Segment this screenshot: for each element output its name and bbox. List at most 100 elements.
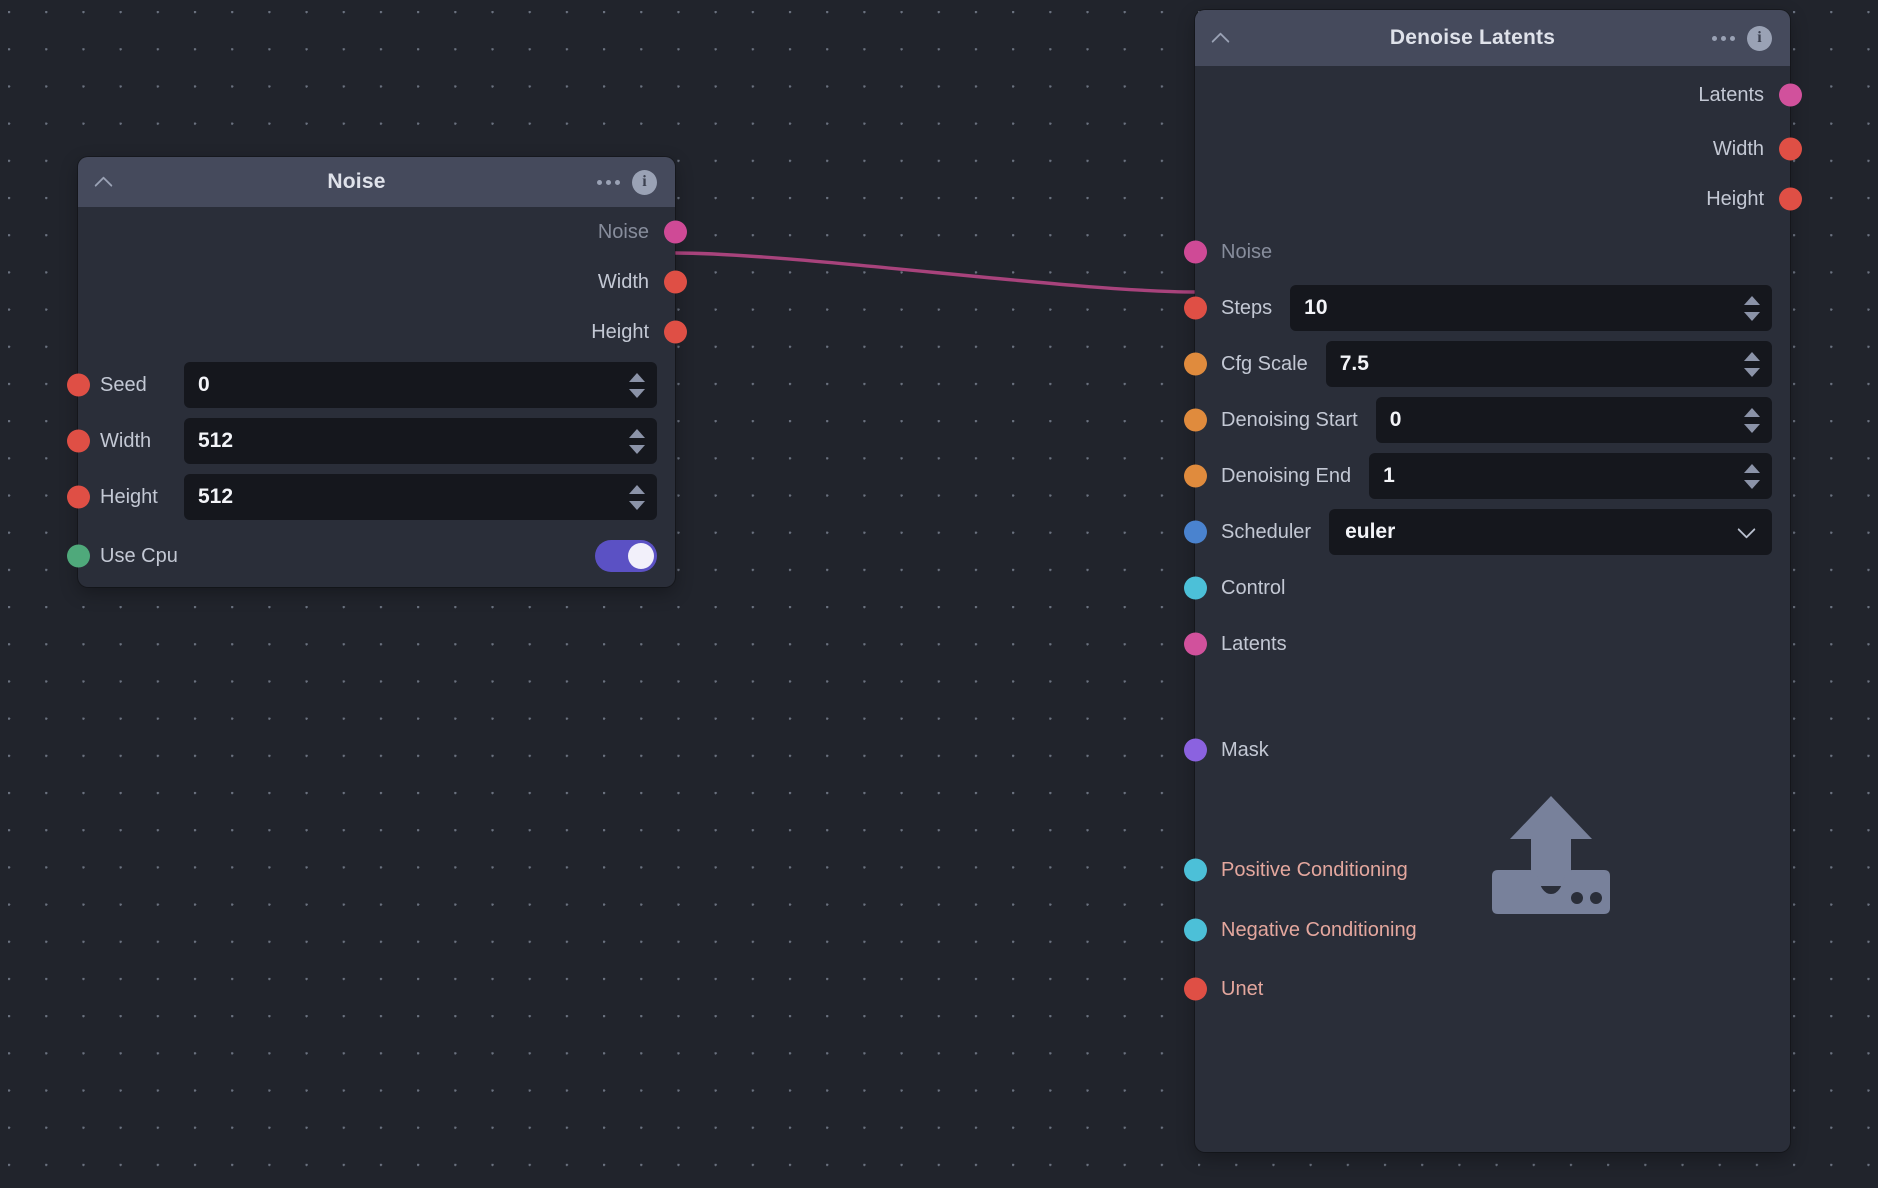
denoising-start-stepper[interactable] bbox=[1744, 397, 1760, 443]
input-row-scheduler[interactable]: Scheduler euler bbox=[1183, 504, 1790, 560]
output-row-width[interactable]: Width bbox=[1195, 124, 1802, 174]
denoising-end-stepper[interactable] bbox=[1744, 453, 1760, 499]
input-socket-latents[interactable] bbox=[1183, 632, 1207, 656]
stepper-up-icon[interactable] bbox=[1744, 295, 1760, 305]
output-row-noise[interactable]: Noise bbox=[78, 207, 687, 257]
output-label-height: Height bbox=[1706, 187, 1764, 210]
input-socket-seed[interactable] bbox=[66, 373, 90, 397]
output-socket-height[interactable] bbox=[1778, 187, 1802, 211]
node-noise[interactable]: Noise i Noise Width Height Seed 0 Width … bbox=[66, 157, 687, 587]
input-row-steps[interactable]: Steps 10 bbox=[1183, 280, 1790, 336]
denoising-end-input[interactable]: 1 bbox=[1369, 453, 1772, 499]
input-socket-noise[interactable] bbox=[1183, 240, 1207, 264]
width-input[interactable]: 512 bbox=[184, 418, 657, 464]
input-label-positive-conditioning: Positive Conditioning bbox=[1221, 858, 1408, 881]
input-socket-steps[interactable] bbox=[1183, 296, 1207, 320]
input-row-denoising-end[interactable]: Denoising End 1 bbox=[1183, 448, 1790, 504]
steps-stepper[interactable] bbox=[1744, 285, 1760, 331]
seed-stepper[interactable] bbox=[629, 362, 645, 408]
seed-value: 0 bbox=[198, 373, 210, 396]
cfg-scale-stepper[interactable] bbox=[1744, 341, 1760, 387]
chevron-up-icon[interactable] bbox=[94, 171, 116, 193]
chevron-down-icon[interactable] bbox=[1740, 523, 1754, 537]
field-row-height[interactable]: Height 512 bbox=[66, 469, 675, 525]
stepper-up-icon[interactable] bbox=[629, 372, 645, 382]
stepper-up-icon[interactable] bbox=[1744, 463, 1760, 473]
input-socket-positive-conditioning[interactable] bbox=[1183, 858, 1207, 882]
output-row-height[interactable]: Height bbox=[1195, 174, 1802, 224]
stepper-up-icon[interactable] bbox=[629, 484, 645, 494]
node-editor-canvas[interactable]: Noise i Noise Width Height Seed 0 Width … bbox=[0, 0, 1878, 1188]
stepper-down-icon[interactable] bbox=[629, 500, 645, 510]
stepper-up-icon[interactable] bbox=[1744, 351, 1760, 361]
height-value: 512 bbox=[198, 485, 234, 508]
output-socket-width[interactable] bbox=[1778, 137, 1802, 161]
node-noise-header[interactable]: Noise i bbox=[78, 157, 675, 207]
field-row-use-cpu[interactable]: Use Cpu bbox=[66, 525, 675, 587]
height-input[interactable]: 512 bbox=[184, 474, 657, 520]
stepper-down-icon[interactable] bbox=[1744, 423, 1760, 433]
input-row-control[interactable]: Control bbox=[1183, 560, 1790, 616]
output-label-noise: Noise bbox=[597, 220, 649, 243]
input-label-negative-conditioning: Negative Conditioning bbox=[1221, 918, 1417, 941]
input-label-steps: Steps bbox=[1221, 296, 1273, 319]
output-row-height[interactable]: Height bbox=[78, 307, 687, 357]
steps-input[interactable]: 10 bbox=[1290, 285, 1772, 331]
cfg-scale-input[interactable]: 7.5 bbox=[1325, 341, 1772, 387]
output-label-width: Width bbox=[597, 270, 649, 293]
field-label-seed: Seed bbox=[100, 373, 147, 396]
output-socket-noise[interactable] bbox=[663, 220, 687, 244]
stepper-down-icon[interactable] bbox=[1744, 479, 1760, 489]
input-socket-unet[interactable] bbox=[1183, 977, 1207, 1001]
stepper-up-icon[interactable] bbox=[1744, 407, 1760, 417]
input-socket-control[interactable] bbox=[1183, 576, 1207, 600]
input-row-mask[interactable]: Mask bbox=[1183, 722, 1790, 778]
input-socket-cfg-scale[interactable] bbox=[1183, 352, 1207, 376]
info-icon[interactable]: i bbox=[1747, 25, 1772, 51]
stepper-up-icon[interactable] bbox=[629, 428, 645, 438]
input-socket-use-cpu[interactable] bbox=[66, 544, 90, 568]
info-icon[interactable]: i bbox=[632, 169, 657, 195]
width-stepper[interactable] bbox=[629, 418, 645, 464]
field-label-height: Height bbox=[100, 485, 158, 508]
input-row-noise[interactable]: Noise bbox=[1183, 224, 1790, 280]
stepper-down-icon[interactable] bbox=[629, 444, 645, 454]
output-label-width: Width bbox=[1712, 137, 1764, 160]
input-socket-height[interactable] bbox=[66, 485, 90, 509]
width-value: 512 bbox=[198, 429, 234, 452]
stepper-down-icon[interactable] bbox=[1744, 367, 1760, 377]
denoising-start-input[interactable]: 0 bbox=[1375, 397, 1772, 443]
node-denoise-latents-header[interactable]: Denoise Latents i bbox=[1195, 10, 1790, 66]
height-stepper[interactable] bbox=[629, 474, 645, 520]
input-socket-denoising-end[interactable] bbox=[1183, 464, 1207, 488]
output-socket-height[interactable] bbox=[663, 320, 687, 344]
output-socket-width[interactable] bbox=[663, 270, 687, 294]
output-socket-latents[interactable] bbox=[1778, 83, 1802, 107]
field-row-width[interactable]: Width 512 bbox=[66, 413, 675, 469]
seed-input[interactable]: 0 bbox=[184, 362, 657, 408]
upload-icon bbox=[1492, 796, 1610, 914]
chevron-up-icon[interactable] bbox=[1211, 27, 1233, 49]
input-socket-width[interactable] bbox=[66, 429, 90, 453]
more-options-icon[interactable] bbox=[1712, 35, 1735, 41]
input-row-latents[interactable]: Latents bbox=[1183, 616, 1790, 672]
stepper-down-icon[interactable] bbox=[1744, 311, 1760, 321]
input-socket-denoising-start[interactable] bbox=[1183, 408, 1207, 432]
row-spacer bbox=[1195, 672, 1790, 722]
denoising-end-value: 1 bbox=[1383, 464, 1395, 487]
more-options-icon[interactable] bbox=[597, 179, 620, 185]
input-socket-negative-conditioning[interactable] bbox=[1183, 918, 1207, 942]
output-label-height: Height bbox=[591, 320, 649, 343]
stepper-down-icon[interactable] bbox=[629, 388, 645, 398]
field-row-seed[interactable]: Seed 0 bbox=[66, 357, 675, 413]
input-socket-mask[interactable] bbox=[1183, 738, 1207, 762]
input-row-unet[interactable]: Unet bbox=[1183, 960, 1790, 1018]
input-row-cfg-scale[interactable]: Cfg Scale 7.5 bbox=[1183, 336, 1790, 392]
scheduler-select[interactable]: euler bbox=[1329, 509, 1772, 555]
output-row-latents[interactable]: Latents bbox=[1195, 66, 1802, 124]
output-row-width[interactable]: Width bbox=[78, 257, 687, 307]
use-cpu-toggle[interactable] bbox=[595, 540, 657, 572]
node-denoise-latents[interactable]: Denoise Latents i Latents Width Height N… bbox=[1183, 10, 1802, 1152]
input-row-denoising-start[interactable]: Denoising Start 0 bbox=[1183, 392, 1790, 448]
input-socket-scheduler[interactable] bbox=[1183, 520, 1207, 544]
